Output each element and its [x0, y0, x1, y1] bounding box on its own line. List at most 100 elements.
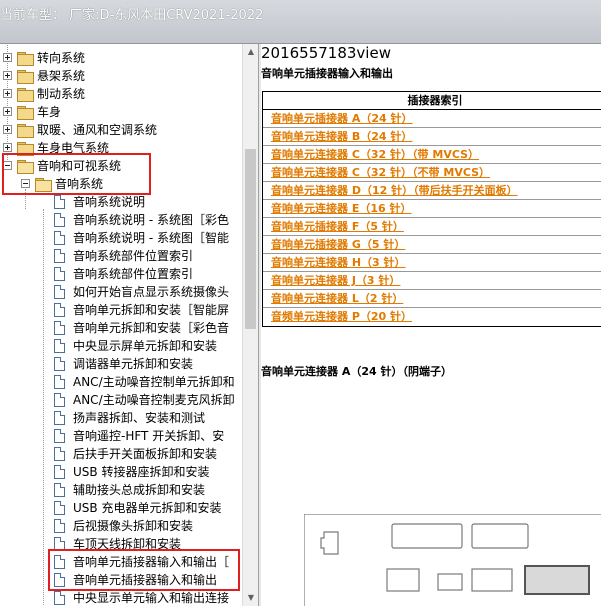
- tree-item-suspension[interactable]: 悬架系统: [0, 67, 242, 85]
- expand-icon[interactable]: [3, 53, 12, 62]
- tree-item-label: 悬架系统: [37, 69, 86, 83]
- connector-index-table: 插接器索引 音响单元插接器 A（24 针） 音响单元连接器 B（24 针） 音响…: [262, 91, 601, 327]
- window-title: 当前车型： 厂家:D-东风本田CRV2021-2022: [0, 8, 264, 23]
- tree-leaf[interactable]: 后扶手开关面板拆卸和安装: [0, 445, 242, 463]
- tree-item-label: 音响系统部件位置索引: [73, 267, 194, 281]
- section-heading: 音响单元连接器 A（24 针）（阴端子）: [261, 365, 452, 378]
- tree-leaf[interactable]: 音响遥控-HFT 开关拆卸、安: [0, 427, 242, 445]
- connector-link[interactable]: 音响单元连接器 B（24 针）: [271, 130, 412, 143]
- tree-item-label: 如何开始盲点显示系统摄像头: [73, 285, 230, 299]
- tree-item-label: 调谐器单元拆卸和安装: [73, 357, 194, 371]
- tree-leaf[interactable]: 音响系统部件位置索引: [0, 247, 242, 265]
- document-id: 2016557183view: [261, 44, 391, 62]
- expand-icon[interactable]: [3, 125, 12, 134]
- document-icon: [54, 231, 65, 245]
- tree-leaf[interactable]: 中央显示单元输入和输出连接: [0, 589, 242, 606]
- document-icon: [54, 321, 65, 335]
- tree-leaf[interactable]: 音响系统说明 - 系统图［智能: [0, 229, 242, 247]
- tree-item-label: 音响系统说明 - 系统图［智能: [73, 231, 229, 245]
- connector-link[interactable]: 音响单元连接器 L（2 针）: [271, 292, 403, 305]
- tree-item-label: 车身: [37, 105, 62, 119]
- tree-leaf[interactable]: 音响系统部件位置索引: [0, 265, 242, 283]
- tree-leaf[interactable]: 音响单元拆卸和安装［智能屏: [0, 301, 242, 319]
- tree-leaf[interactable]: 调谐器单元拆卸和安装: [0, 355, 242, 373]
- connector-link[interactable]: 音响单元插接器 A（24 针）: [271, 112, 412, 125]
- table-row: 音响单元插接器 G（5 针）: [263, 236, 601, 254]
- expand-icon[interactable]: [3, 143, 12, 152]
- tree-item-label: USB 转接器座拆卸和安装: [73, 465, 210, 479]
- table-row: 音响单元连接器 E（16 针）: [263, 200, 601, 218]
- expand-icon[interactable]: [3, 71, 12, 80]
- tree-leaf[interactable]: 如何开始盲点显示系统摄像头: [0, 283, 242, 301]
- document-icon: [54, 303, 65, 317]
- expand-icon[interactable]: [3, 89, 12, 98]
- tree-leaf[interactable]: ANC/主动噪音控制麦克风拆卸: [0, 391, 242, 409]
- tree-item-label: 制动系统: [37, 87, 86, 101]
- connector-link[interactable]: 音响单元连接器 D（12 针）（带后扶手开关面板）: [271, 184, 518, 197]
- tree-item-steering[interactable]: 转向系统: [0, 49, 242, 67]
- connector-diagram: [304, 514, 601, 606]
- table-row: 音响单元连接器 H（3 针）: [263, 254, 601, 272]
- tree-item-body[interactable]: 车身: [0, 103, 242, 121]
- connector-link[interactable]: 音响单元连接器 H（3 针）: [271, 256, 406, 269]
- tree-leaf[interactable]: USB 充电器单元拆卸和安装: [0, 499, 242, 517]
- tree-leaf[interactable]: 扬声器拆卸、安装和测试: [0, 409, 242, 427]
- highlight-box: [48, 549, 240, 591]
- tree-leaf[interactable]: 音响系统说明: [0, 193, 242, 211]
- tree-leaf[interactable]: 中央显示屏单元拆卸和安装: [0, 337, 242, 355]
- tree-item-label: ANC/主动噪音控制麦克风拆卸: [73, 393, 235, 407]
- connector-link[interactable]: 音响单元连接器 J（3 针）: [271, 274, 400, 287]
- folder-icon: [17, 70, 34, 84]
- expand-icon[interactable]: [3, 107, 12, 116]
- document-icon: [54, 501, 65, 515]
- tree-item-label: 取暖、通风和空调系统: [37, 123, 158, 137]
- tree-item-hvac[interactable]: 取暖、通风和空调系统: [0, 121, 242, 139]
- tree-item-label: 中央显示屏单元拆卸和安装: [73, 339, 218, 353]
- tree-item-label: 音响单元拆卸和安装［智能屏: [73, 303, 230, 317]
- table-row: 音响单元连接器 B（24 针）: [263, 128, 601, 146]
- tree-item-brakes[interactable]: 制动系统: [0, 85, 242, 103]
- document-icon: [54, 357, 65, 371]
- scrollbar-thumb[interactable]: [245, 149, 256, 329]
- tree-item-label: 扬声器拆卸、安装和测试: [73, 411, 206, 425]
- connector-link[interactable]: 音频单元连接器 P（20 针）: [271, 310, 412, 323]
- tree-leaf[interactable]: 辅助接头总成拆卸和安装: [0, 481, 242, 499]
- connector-link[interactable]: 音响单元连接器 C（32 针）（带 MVCS）: [271, 148, 479, 161]
- document-icon: [54, 249, 65, 263]
- folder-icon: [17, 52, 34, 66]
- document-icon: [54, 285, 65, 299]
- connector-link[interactable]: 音响单元连接器 E（16 针）: [271, 202, 411, 215]
- tree-leaf[interactable]: ANC/主动噪音控制单元拆卸和: [0, 373, 242, 391]
- title-bar: 当前车型： 厂家:D-东风本田CRV2021-2022: [0, 0, 601, 44]
- document-icon: [54, 267, 65, 281]
- connector-link[interactable]: 音响单元插接器 G（5 针）: [271, 238, 405, 251]
- table-row: 音响单元插接器 A（24 针）: [263, 110, 601, 128]
- document-pane: 2016557183view 音响单元插接器输入和输出 插接器索引 音响单元插接…: [261, 44, 601, 606]
- document-icon: [54, 483, 65, 497]
- tree-leaf[interactable]: 后视摄像头拆卸和安装: [0, 517, 242, 535]
- tree-leaf[interactable]: 音响系统说明 - 系统图［彩色: [0, 211, 242, 229]
- table-row: 音响单元连接器 C（32 针）（带 MVCS）: [263, 146, 601, 164]
- scroll-up-arrow-icon[interactable]: ▲: [243, 44, 259, 60]
- document-title: 音响单元插接器输入和输出: [261, 67, 393, 80]
- table-row: 音响单元插接器 F（5 针）: [263, 218, 601, 236]
- tree-scrollbar[interactable]: ▲ ▼: [242, 44, 258, 606]
- document-icon: [54, 339, 65, 353]
- tree-item-label: 中央显示单元输入和输出连接: [73, 591, 230, 605]
- connector-link[interactable]: 音响单元连接器 C（32 针）（不带 MVCS）: [271, 166, 490, 179]
- document-icon: [54, 213, 65, 227]
- folder-icon: [17, 88, 34, 102]
- tree-leaf[interactable]: USB 转接器座拆卸和安装: [0, 463, 242, 481]
- table-row: 音响单元连接器 D（12 针）（带后扶手开关面板）: [263, 182, 601, 200]
- navigation-tree[interactable]: 转向系统 悬架系统 制动系统 车身 取暖、通风和空调系统 车身电气系统 音响和可…: [0, 44, 242, 606]
- document-icon: [54, 519, 65, 533]
- tree-item-label: 辅助接头总成拆卸和安装: [73, 483, 206, 497]
- document-icon: [54, 411, 65, 425]
- document-icon: [54, 429, 65, 443]
- connector-link[interactable]: 音响单元插接器 F（5 针）: [271, 220, 404, 233]
- tree-item-label: ANC/主动噪音控制单元拆卸和: [73, 375, 235, 389]
- tree-leaf[interactable]: 音响单元拆卸和安装［彩色音: [0, 319, 242, 337]
- highlight-box: [2, 153, 151, 195]
- scroll-down-arrow-icon[interactable]: ▼: [243, 590, 259, 606]
- document-icon: [54, 375, 65, 389]
